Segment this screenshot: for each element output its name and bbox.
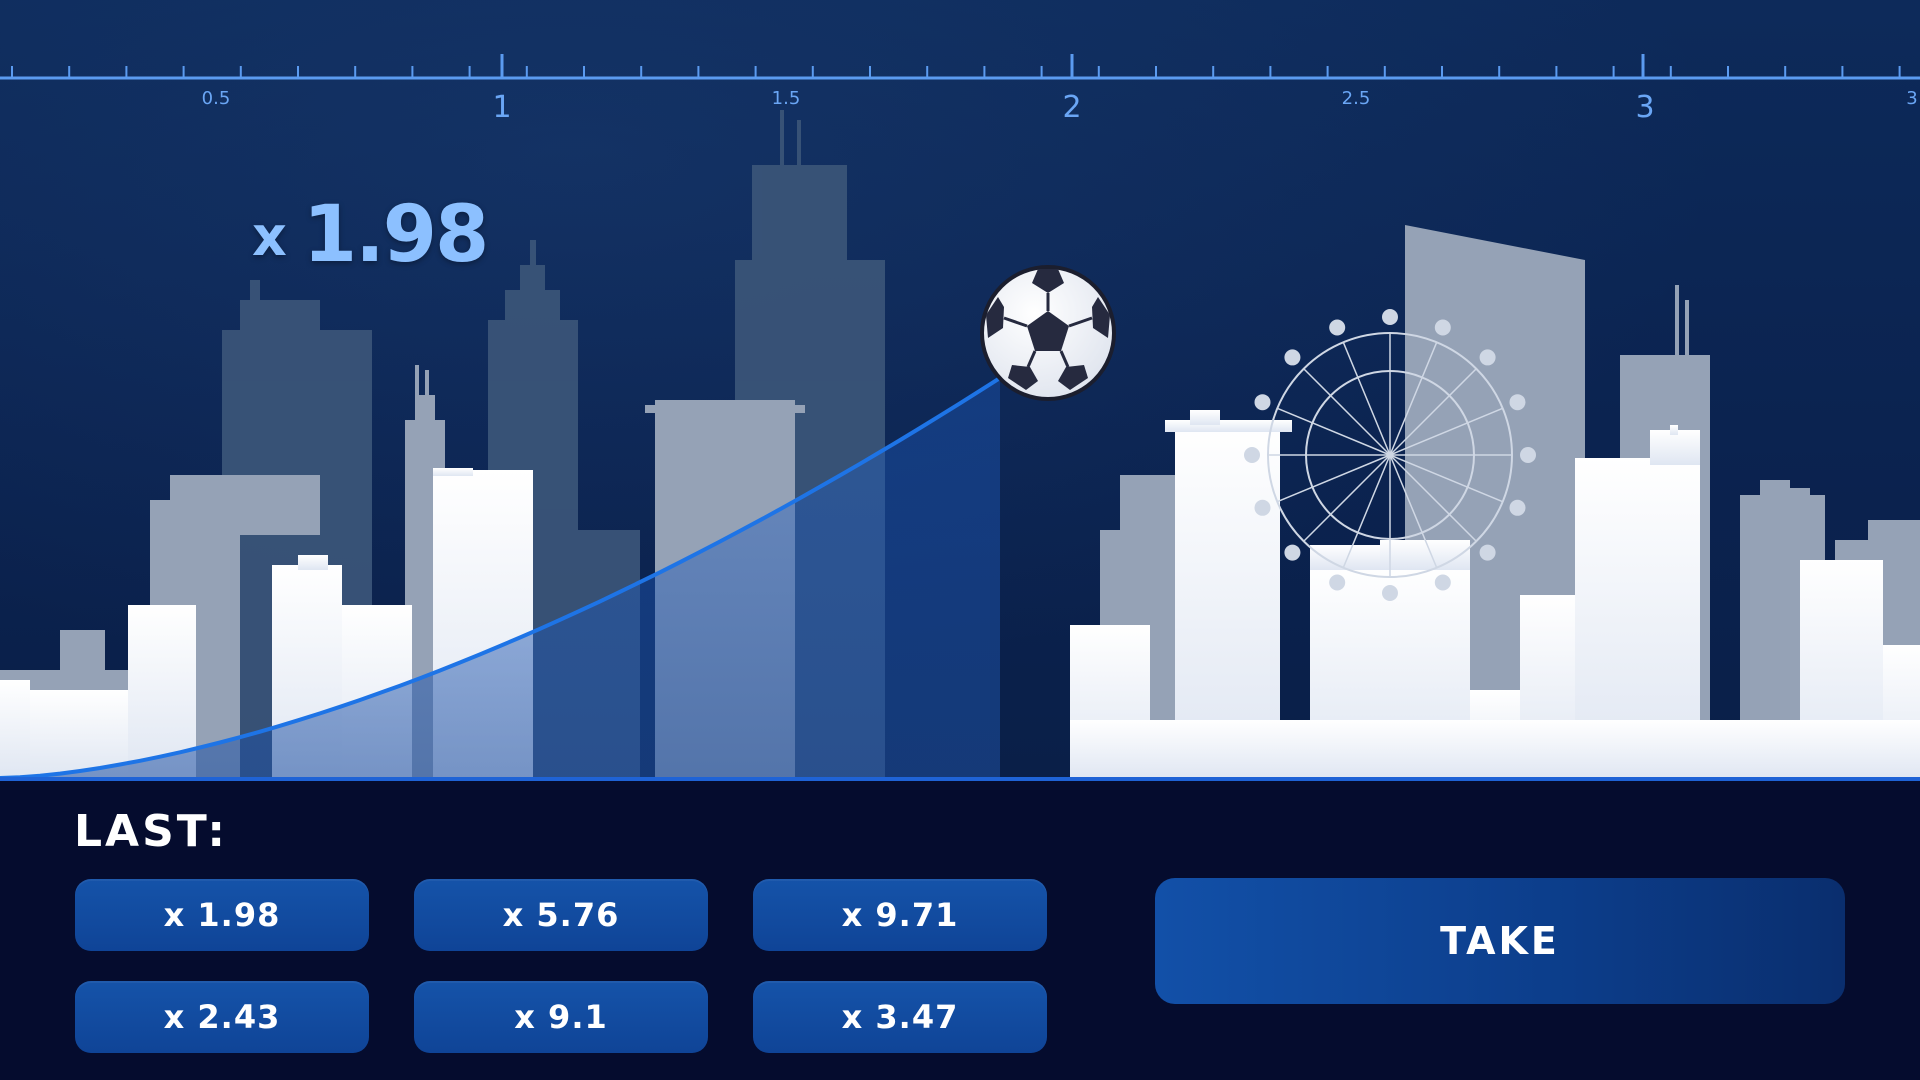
history-item[interactable]: x 1.98 [75, 879, 369, 951]
wheel-car [1329, 319, 1346, 336]
wheel-car [1479, 349, 1496, 366]
wheel-car [1434, 319, 1451, 336]
current-multiplier: x 1.98 [252, 190, 489, 280]
take-button[interactable]: TAKE [1155, 878, 1845, 1004]
wheel-car [1382, 585, 1398, 601]
ruler-label: 2 [1062, 90, 1082, 125]
ruler-label: 0.5 [201, 88, 231, 109]
ruler-label: 3 [1906, 88, 1918, 109]
history-item[interactable]: x 3.47 [753, 981, 1047, 1053]
wheel-car [1284, 349, 1301, 366]
wheel-spoke [1303, 454, 1391, 542]
wheel-car [1479, 544, 1496, 561]
wheel-spoke [1303, 368, 1391, 456]
wheel-car [1254, 499, 1271, 516]
wheel-car [1509, 394, 1526, 411]
wheel-car [1509, 499, 1526, 516]
wheel-car [1329, 574, 1346, 591]
history-item[interactable]: x 9.1 [414, 981, 708, 1053]
distance-ruler [0, 54, 1920, 80]
wheel-car [1520, 447, 1536, 463]
ruler-label: 2.5 [1341, 88, 1371, 109]
history-label: LAST: [74, 806, 228, 857]
ferris-wheel [1244, 309, 1536, 601]
wheel-car [1254, 394, 1271, 411]
history-item[interactable]: x 2.43 [75, 981, 369, 1053]
history-item[interactable]: x 9.71 [753, 879, 1047, 951]
history-item[interactable]: x 5.76 [414, 879, 708, 951]
ruler-label: 1.5 [771, 88, 801, 109]
ruler-label: 3 [1635, 90, 1655, 125]
soccer-ball-icon [980, 265, 1116, 401]
wheel-car [1382, 309, 1398, 325]
ruler-label: 1 [492, 90, 512, 125]
wheel-car [1434, 574, 1451, 591]
game-stage: 0.5 1 1.5 2 2.5 3 3 x 1.98 [0, 0, 1920, 780]
wheel-car [1244, 447, 1260, 463]
wheel-car [1284, 544, 1301, 561]
city-skyline [0, 54, 1920, 780]
